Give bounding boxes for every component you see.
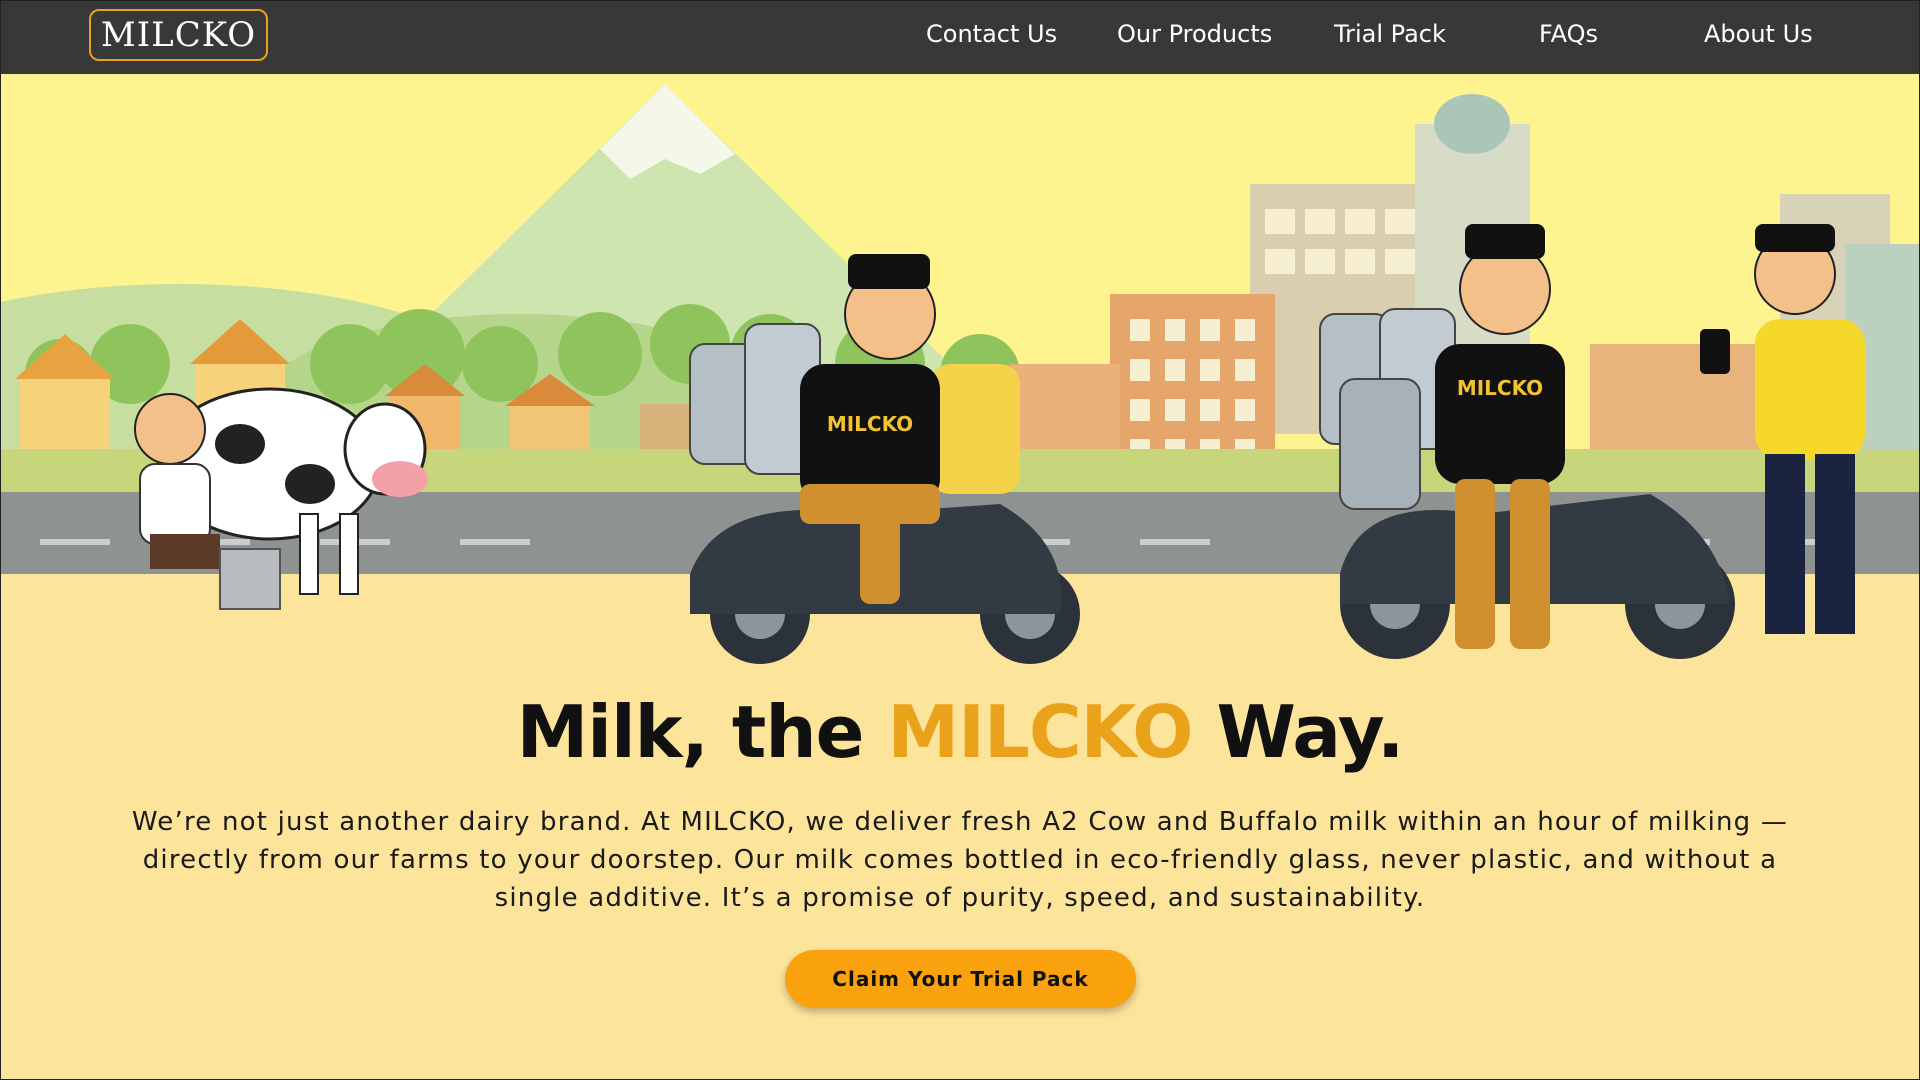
nav-link-about-us[interactable]: About Us [1704, 20, 1813, 48]
shirt-text-left: MILCKO [827, 412, 913, 436]
claim-trial-pack-button[interactable]: Claim Your Trial Pack [785, 950, 1136, 1008]
top-navbar: MILCKO Contact Us Our Products Trial Pac… [0, 0, 1920, 74]
nav-link-contact-us[interactable]: Contact Us [926, 20, 1057, 48]
hero-illustration: MILCKO MILCKO [0, 74, 1920, 674]
hero-description: We’re not just another dairy brand. At M… [131, 807, 1789, 913]
brand-logo[interactable]: MILCKO [89, 9, 268, 61]
headline-brand: MILCKO [887, 690, 1194, 774]
nav-link-trial-pack[interactable]: Trial Pack [1334, 20, 1446, 48]
shirt-text-right: MILCKO [1457, 376, 1543, 400]
headline-suffix: Way. [1192, 690, 1404, 774]
nav-link-our-products[interactable]: Our Products [1117, 20, 1272, 48]
nav-link-faqs[interactable]: FAQs [1539, 20, 1598, 48]
hero-scene: MILCKO MILCKO [0, 74, 1920, 674]
hero-headline: Milk, the MILCKO Way. [0, 690, 1920, 774]
headline-prefix: Milk, the [516, 690, 888, 774]
